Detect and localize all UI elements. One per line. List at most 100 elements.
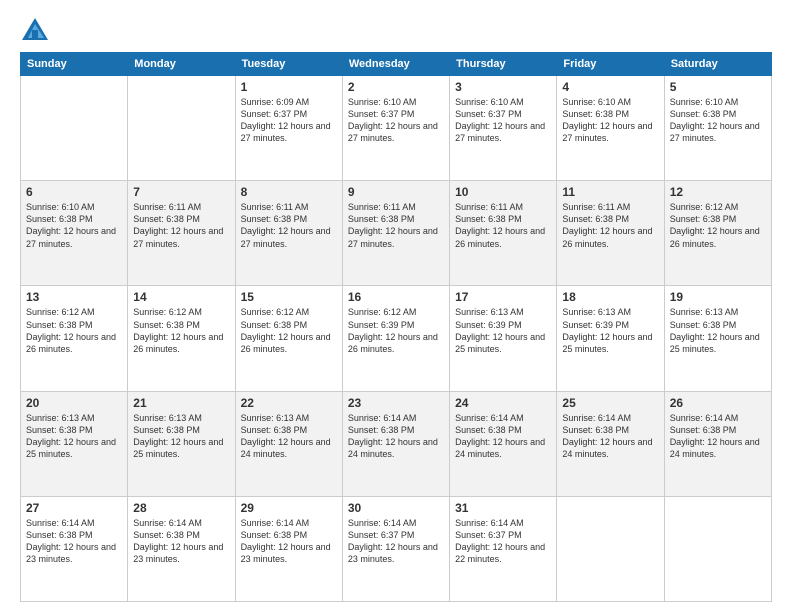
calendar-week-3: 13 Sunrise: 6:12 AM Sunset: 6:38 PM Dayli… (21, 286, 772, 391)
header-saturday: Saturday (664, 53, 771, 76)
logo (20, 16, 54, 44)
cell-info: Sunrise: 6:14 AM Sunset: 6:38 PM Dayligh… (562, 412, 658, 461)
header-tuesday: Tuesday (235, 53, 342, 76)
calendar-cell: 28 Sunrise: 6:14 AM Sunset: 6:38 PM Dayli… (128, 496, 235, 601)
cell-date-number: 25 (562, 396, 658, 410)
calendar-cell: 5 Sunrise: 6:10 AM Sunset: 6:38 PM Daylig… (664, 76, 771, 181)
calendar-cell: 23Sunrise: 6:14 AM Sunset: 6:38 PM Dayli… (342, 391, 449, 496)
calendar-cell (664, 496, 771, 601)
cell-info: Sunrise: 6:14 AM Sunset: 6:37 PM Dayligh… (455, 517, 551, 566)
calendar-header-row: SundayMondayTuesdayWednesdayThursdayFrid… (21, 53, 772, 76)
cell-date-number: 27 (26, 501, 122, 515)
cell-date-number: 9 (348, 185, 444, 199)
cell-date-number: 18 (562, 290, 658, 304)
calendar-cell: 2Sunrise: 6:10 AM Sunset: 6:37 PM Daylig… (342, 76, 449, 181)
calendar-week-1: 1 Sunrise: 6:09 AM Sunset: 6:37 PM Daylig… (21, 76, 772, 181)
calendar-cell: 30 Sunrise: 6:14 AM Sunset: 6:37 PM Dayli… (342, 496, 449, 601)
cell-info: Sunrise: 6:12 AM Sunset: 6:39 PM Dayligh… (348, 306, 444, 355)
cell-date-number: 26 (670, 396, 766, 410)
calendar-cell: 11 Sunrise: 6:11 AM Sunset: 6:38 PM Dayli… (557, 181, 664, 286)
cell-info: Sunrise: 6:10 AM Sunset: 6:37 PM Dayligh… (455, 96, 551, 145)
header-friday: Friday (557, 53, 664, 76)
calendar-cell: 29 Sunrise: 6:14 AM Sunset: 6:38 PM Dayli… (235, 496, 342, 601)
cell-date-number: 8 (241, 185, 337, 199)
cell-date-number: 30 (348, 501, 444, 515)
cell-info: Sunrise: 6:11 AM Sunset: 6:38 PM Dayligh… (133, 201, 229, 250)
calendar-cell (557, 496, 664, 601)
calendar-week-5: 27 Sunrise: 6:14 AM Sunset: 6:38 PM Dayli… (21, 496, 772, 601)
logo-icon (20, 16, 50, 44)
cell-info: Sunrise: 6:14 AM Sunset: 6:38 PM Dayligh… (670, 412, 766, 461)
calendar-cell: 6Sunrise: 6:10 AM Sunset: 6:38 PM Daylig… (21, 181, 128, 286)
header-thursday: Thursday (450, 53, 557, 76)
cell-info: Sunrise: 6:12 AM Sunset: 6:38 PM Dayligh… (133, 306, 229, 355)
cell-info: Sunrise: 6:12 AM Sunset: 6:38 PM Dayligh… (241, 306, 337, 355)
calendar-cell: 24 Sunrise: 6:14 AM Sunset: 6:38 PM Dayli… (450, 391, 557, 496)
cell-date-number: 31 (455, 501, 551, 515)
calendar-cell: 20 Sunrise: 6:13 AM Sunset: 6:38 PM Dayli… (21, 391, 128, 496)
cell-date-number: 1 (241, 80, 337, 94)
header-wednesday: Wednesday (342, 53, 449, 76)
cell-date-number: 22 (241, 396, 337, 410)
calendar-cell: 10Sunrise: 6:11 AM Sunset: 6:38 PM Dayli… (450, 181, 557, 286)
calendar-cell: 27Sunrise: 6:14 AM Sunset: 6:38 PM Dayli… (21, 496, 128, 601)
cell-info: Sunrise: 6:11 AM Sunset: 6:38 PM Dayligh… (241, 201, 337, 250)
calendar-cell: 7 Sunrise: 6:11 AM Sunset: 6:38 PM Daylig… (128, 181, 235, 286)
cell-date-number: 24 (455, 396, 551, 410)
cell-date-number: 3 (455, 80, 551, 94)
cell-info: Sunrise: 6:13 AM Sunset: 6:38 PM Dayligh… (670, 306, 766, 355)
calendar-cell: 3 Sunrise: 6:10 AM Sunset: 6:37 PM Daylig… (450, 76, 557, 181)
cell-info: Sunrise: 6:12 AM Sunset: 6:38 PM Dayligh… (670, 201, 766, 250)
cell-date-number: 23 (348, 396, 444, 410)
calendar-cell: 26 Sunrise: 6:14 AM Sunset: 6:38 PM Dayli… (664, 391, 771, 496)
calendar-cell (21, 76, 128, 181)
cell-info: Sunrise: 6:10 AM Sunset: 6:37 PM Dayligh… (348, 96, 444, 145)
cell-date-number: 6 (26, 185, 122, 199)
cell-info: Sunrise: 6:13 AM Sunset: 6:39 PM Dayligh… (562, 306, 658, 355)
calendar-cell: 21 Sunrise: 6:13 AM Sunset: 6:38 PM Dayli… (128, 391, 235, 496)
cell-info: Sunrise: 6:14 AM Sunset: 6:38 PM Dayligh… (241, 517, 337, 566)
cell-date-number: 11 (562, 185, 658, 199)
cell-date-number: 7 (133, 185, 229, 199)
cell-info: Sunrise: 6:11 AM Sunset: 6:38 PM Dayligh… (348, 201, 444, 250)
cell-info: Sunrise: 6:14 AM Sunset: 6:38 PM Dayligh… (133, 517, 229, 566)
calendar-cell: 4 Sunrise: 6:10 AM Sunset: 6:38 PM Daylig… (557, 76, 664, 181)
cell-date-number: 16 (348, 290, 444, 304)
cell-date-number: 20 (26, 396, 122, 410)
calendar-cell: 22 Sunrise: 6:13 AM Sunset: 6:38 PM Dayli… (235, 391, 342, 496)
header-sunday: Sunday (21, 53, 128, 76)
cell-info: Sunrise: 6:11 AM Sunset: 6:38 PM Dayligh… (562, 201, 658, 250)
cell-date-number: 21 (133, 396, 229, 410)
cell-date-number: 5 (670, 80, 766, 94)
cell-date-number: 14 (133, 290, 229, 304)
cell-info: Sunrise: 6:09 AM Sunset: 6:37 PM Dayligh… (241, 96, 337, 145)
calendar-cell: 12Sunrise: 6:12 AM Sunset: 6:38 PM Dayli… (664, 181, 771, 286)
calendar-cell: 25 Sunrise: 6:14 AM Sunset: 6:38 PM Dayli… (557, 391, 664, 496)
cell-info: Sunrise: 6:10 AM Sunset: 6:38 PM Dayligh… (562, 96, 658, 145)
cell-date-number: 19 (670, 290, 766, 304)
header-monday: Monday (128, 53, 235, 76)
cell-date-number: 17 (455, 290, 551, 304)
cell-date-number: 28 (133, 501, 229, 515)
cell-date-number: 29 (241, 501, 337, 515)
cell-info: Sunrise: 6:10 AM Sunset: 6:38 PM Dayligh… (670, 96, 766, 145)
calendar-cell: 1 Sunrise: 6:09 AM Sunset: 6:37 PM Daylig… (235, 76, 342, 181)
calendar-cell: 16 Sunrise: 6:12 AM Sunset: 6:39 PM Dayli… (342, 286, 449, 391)
calendar-cell (128, 76, 235, 181)
cell-info: Sunrise: 6:13 AM Sunset: 6:38 PM Dayligh… (241, 412, 337, 461)
calendar-cell: 31 Sunrise: 6:14 AM Sunset: 6:37 PM Dayli… (450, 496, 557, 601)
cell-info: Sunrise: 6:13 AM Sunset: 6:38 PM Dayligh… (26, 412, 122, 461)
calendar-cell: 9 Sunrise: 6:11 AM Sunset: 6:38 PM Daylig… (342, 181, 449, 286)
cell-info: Sunrise: 6:14 AM Sunset: 6:37 PM Dayligh… (348, 517, 444, 566)
cell-date-number: 10 (455, 185, 551, 199)
calendar-cell: 19 Sunrise: 6:13 AM Sunset: 6:38 PM Dayli… (664, 286, 771, 391)
cell-info: Sunrise: 6:13 AM Sunset: 6:39 PM Dayligh… (455, 306, 551, 355)
calendar-week-4: 20 Sunrise: 6:13 AM Sunset: 6:38 PM Dayli… (21, 391, 772, 496)
cell-info: Sunrise: 6:14 AM Sunset: 6:38 PM Dayligh… (455, 412, 551, 461)
cell-date-number: 13 (26, 290, 122, 304)
page: SundayMondayTuesdayWednesdayThursdayFrid… (0, 0, 792, 612)
calendar-cell: 17 Sunrise: 6:13 AM Sunset: 6:39 PM Dayli… (450, 286, 557, 391)
cell-info: Sunrise: 6:12 AM Sunset: 6:38 PM Dayligh… (26, 306, 122, 355)
cell-info: Sunrise: 6:13 AM Sunset: 6:38 PM Dayligh… (133, 412, 229, 461)
cell-date-number: 4 (562, 80, 658, 94)
